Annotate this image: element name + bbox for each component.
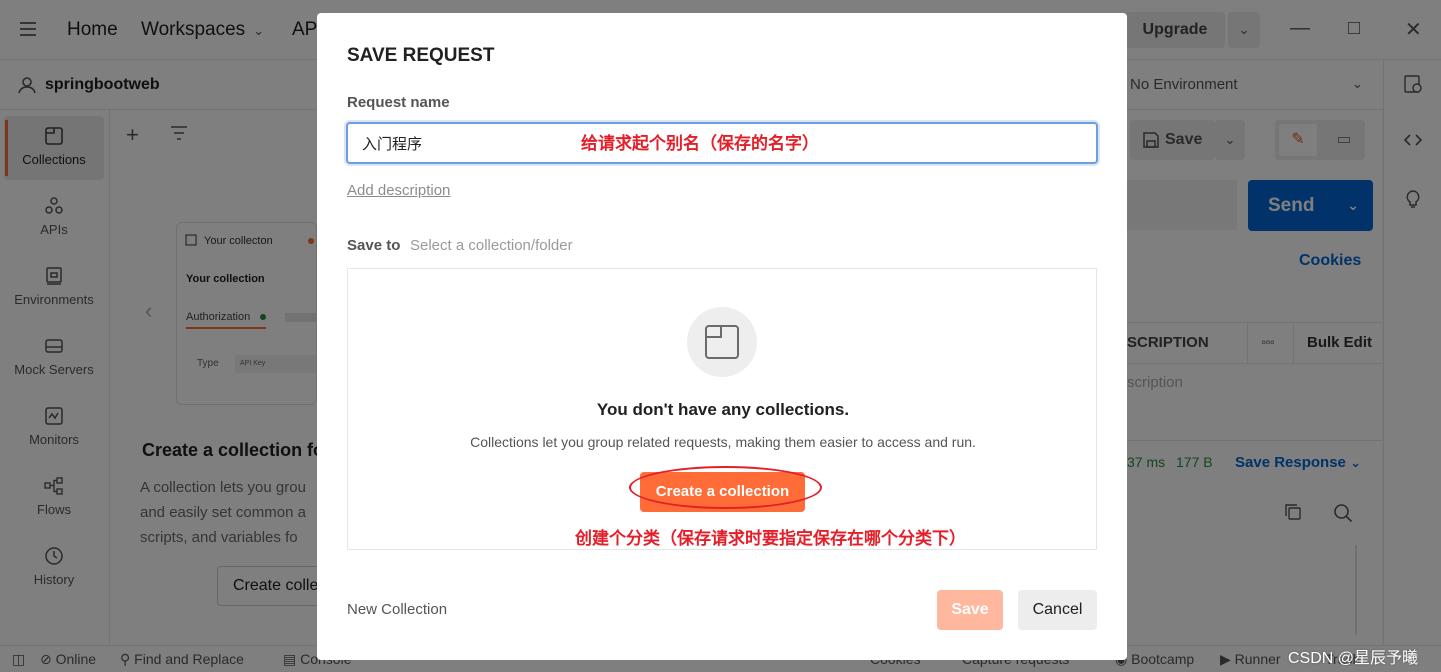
save-button[interactable]: Save (937, 590, 1003, 630)
annotation-create-collection: 创建个分类（保存请求时要指定保存在哪个分类下） (575, 529, 966, 549)
watermark: CSDN @星辰予曦 (1288, 650, 1419, 667)
save-to-label: Save to (347, 237, 401, 254)
dialog-title: SAVE REQUEST (347, 45, 495, 66)
save-request-dialog: SAVE REQUEST Request name 给请求起个别名（保存的名字）… (317, 13, 1127, 660)
save-to-hint: Select a collection/folder (410, 237, 573, 254)
request-name-label: Request name (347, 94, 450, 111)
empty-state-title: You don't have any collections. (596, 400, 850, 419)
collection-picker: You don't have any collections. Collecti… (347, 268, 1097, 550)
empty-state-illustration (687, 307, 757, 377)
create-collection-button[interactable]: Create a collection (640, 472, 805, 512)
new-collection-link[interactable]: New Collection (347, 601, 447, 618)
empty-state-description: Collections let you group related reques… (470, 434, 976, 450)
cancel-button[interactable]: Cancel (1018, 590, 1097, 630)
collection-folder-icon (705, 325, 739, 359)
add-description-link[interactable]: Add description (347, 182, 450, 199)
annotation-request-name: 给请求起个别名（保存的名字） (581, 134, 819, 154)
